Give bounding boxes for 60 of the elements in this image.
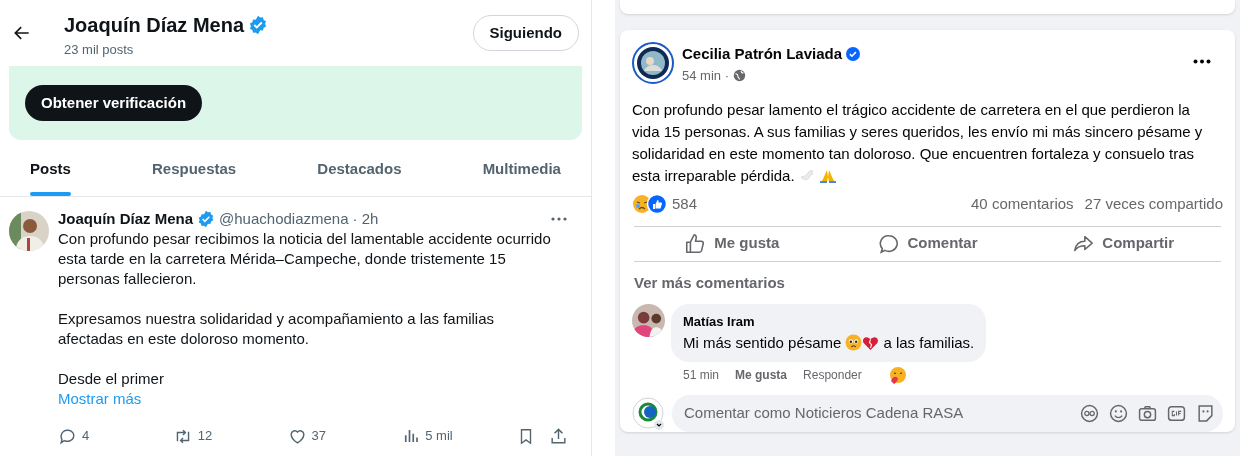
comment-text: a las familias.: [883, 332, 975, 353]
author-handle[interactable]: @huachodiazmena: [219, 209, 349, 229]
reactions-icon[interactable]: [632, 194, 668, 215]
hug-reaction-icon[interactable]: [887, 365, 908, 385]
share-icon[interactable]: [549, 426, 568, 446]
shares-count[interactable]: 27 veces compartido: [1084, 193, 1223, 216]
action-button[interactable]: Comentar: [829, 226, 1026, 261]
action-button[interactable]: Me gusta: [634, 226, 830, 261]
globe-icon: [732, 68, 746, 82]
praying-hands-icon: [818, 168, 837, 184]
post-time[interactable]: 54 min ·: [682, 65, 729, 85]
author-name[interactable]: Joaquín Díaz Mena: [58, 209, 194, 229]
see-more-comments-link[interactable]: Ver más comentarios: [634, 271, 785, 294]
tab[interactable]: Posts: [30, 142, 71, 196]
get-verified-button[interactable]: Obtener verificación: [25, 85, 203, 121]
post-time: · 2h: [352, 209, 379, 229]
action-button[interactable]: Compartir: [1025, 226, 1221, 261]
speech-bubble-icon: [877, 232, 900, 255]
sticker-icon[interactable]: [1196, 404, 1215, 423]
author-name[interactable]: Cecilia Patrón Laviada: [682, 43, 843, 66]
show-more-link[interactable]: Mostrar más: [58, 389, 142, 409]
comment-reply-link[interactable]: Responder: [803, 366, 862, 384]
reaction-count[interactable]: 584: [672, 193, 698, 216]
verified-icon: [248, 15, 269, 36]
page-avatar[interactable]: [632, 396, 666, 431]
action-count: 37: [311, 427, 326, 445]
tab[interactable]: Multimedia: [482, 142, 561, 196]
post-text: Con profundo pesar recibimos la noticia del lamentable accidente ocurrido esta tarde en la carretera Mérida–Campeche, donde tristemente 15 personas fallecieron.: [58, 229, 552, 289]
action-count: 5 mil: [425, 427, 453, 445]
action-count: 12: [197, 427, 213, 445]
action-count: 4: [82, 427, 90, 445]
verified-icon: [846, 47, 861, 62]
following-button[interactable]: Siguiendo: [472, 15, 579, 51]
more-icon[interactable]: [1193, 59, 1211, 64]
camera-icon[interactable]: [1138, 404, 1157, 423]
broken-heart-icon: [862, 334, 880, 352]
verified-icon: [197, 210, 216, 228]
emoji-icon[interactable]: [1109, 404, 1128, 423]
post-text: Desde el primer: [58, 369, 165, 389]
post-text: Expresamos nuestra solidaridad y acompañamiento a las familias afectadas en este doloroso momento.: [58, 309, 496, 349]
pleading-face-icon: [845, 334, 863, 352]
gif-icon[interactable]: [1167, 404, 1186, 423]
avatar-sticker-icon[interactable]: [1080, 404, 1099, 423]
comments-count[interactable]: 40 comentarios: [971, 193, 1074, 216]
comment-like-link[interactable]: Me gusta: [735, 366, 788, 384]
posts-count: 23 mil posts: [64, 41, 135, 60]
more-icon[interactable]: [550, 216, 568, 222]
thumbs-up-icon: [684, 232, 707, 255]
comment-input[interactable]: Comentar como Noticieros Cadena RASA: [684, 402, 1070, 425]
reply-icon[interactable]: [58, 426, 77, 446]
comment-time[interactable]: 51 min: [683, 366, 720, 384]
avatar[interactable]: [632, 42, 674, 84]
profile-name: Joaquín Díaz Mena: [64, 13, 245, 39]
post-text: esta irreparable pérdida.: [632, 166, 795, 186]
tab[interactable]: Respuestas: [151, 142, 237, 196]
comment-author[interactable]: Matías Iram: [683, 312, 975, 332]
comment-text: Mi más sentido pésame: [683, 332, 842, 353]
comment-field[interactable]: Comentar como Noticieros Cadena RASA: [672, 395, 1223, 432]
bar-chart-icon[interactable]: [402, 427, 421, 445]
tab[interactable]: Destacados: [317, 142, 402, 196]
